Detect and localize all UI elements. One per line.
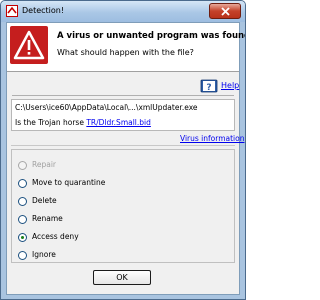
help-book-icon[interactable]: ? <box>200 78 218 94</box>
radio-ignore[interactable] <box>18 251 27 260</box>
app-icon <box>6 5 18 17</box>
close-button[interactable] <box>209 3 241 19</box>
dialog-body: ? Help C:\Users\ice60\AppData\Local\...\… <box>7 72 244 294</box>
option-label: Rename <box>32 214 63 223</box>
option-access-deny[interactable]: Access deny <box>18 232 168 244</box>
action-options-group: Repair Move to quarantine Delete Rename … <box>11 149 235 263</box>
close-icon <box>221 7 230 16</box>
radio-move-to-quarantine[interactable] <box>18 179 27 188</box>
option-rename[interactable]: Rename <box>18 214 168 226</box>
detection-dialog: Detection! A virus or unwanted program w… <box>0 0 246 300</box>
info-divider <box>11 145 235 146</box>
option-ignore[interactable]: Ignore <box>18 250 168 262</box>
option-label: Delete <box>32 196 57 205</box>
radio-rename[interactable] <box>18 215 27 224</box>
warning-triangle-icon <box>10 26 48 64</box>
dialog-content: A virus or unwanted program was found! W… <box>6 22 245 295</box>
help-link[interactable]: Help <box>221 81 239 90</box>
alert-subtitle: What should happen with the file? <box>57 48 194 57</box>
trojan-name-link[interactable]: TR/Dldr.Small.bid <box>86 118 151 127</box>
option-label: Ignore <box>32 250 56 259</box>
window-title: Detection! <box>22 6 65 15</box>
radio-delete[interactable] <box>18 197 27 206</box>
alert-title: A virus or unwanted program was found! <box>57 31 246 41</box>
trojan-line: Is the Trojan horse TR/Dldr.Small.bid <box>15 118 151 127</box>
option-delete[interactable]: Delete <box>18 196 168 208</box>
option-repair[interactable]: Repair <box>18 160 168 172</box>
option-move-to-quarantine[interactable]: Move to quarantine <box>18 178 168 190</box>
detection-info-box: C:\Users\ice60\AppData\Local\...\xmlUpda… <box>11 99 235 131</box>
option-label: Move to quarantine <box>32 178 106 187</box>
option-label: Repair <box>32 160 57 169</box>
ok-button[interactable]: OK <box>93 270 151 285</box>
radio-selected-dot <box>21 236 24 239</box>
file-path: C:\Users\ice60\AppData\Local\...\xmlUpda… <box>15 103 198 112</box>
alert-header: A virus or unwanted program was found! W… <box>7 23 245 71</box>
radio-access-deny[interactable] <box>18 233 27 242</box>
trojan-prefix: Is the Trojan horse <box>15 118 87 127</box>
title-bar[interactable]: Detection! <box>1 1 245 22</box>
option-label: Access deny <box>32 232 79 241</box>
help-divider <box>12 95 234 96</box>
svg-text:?: ? <box>206 83 211 93</box>
radio-repair[interactable] <box>18 161 27 170</box>
virus-information-link[interactable]: Virus information <box>180 134 244 143</box>
